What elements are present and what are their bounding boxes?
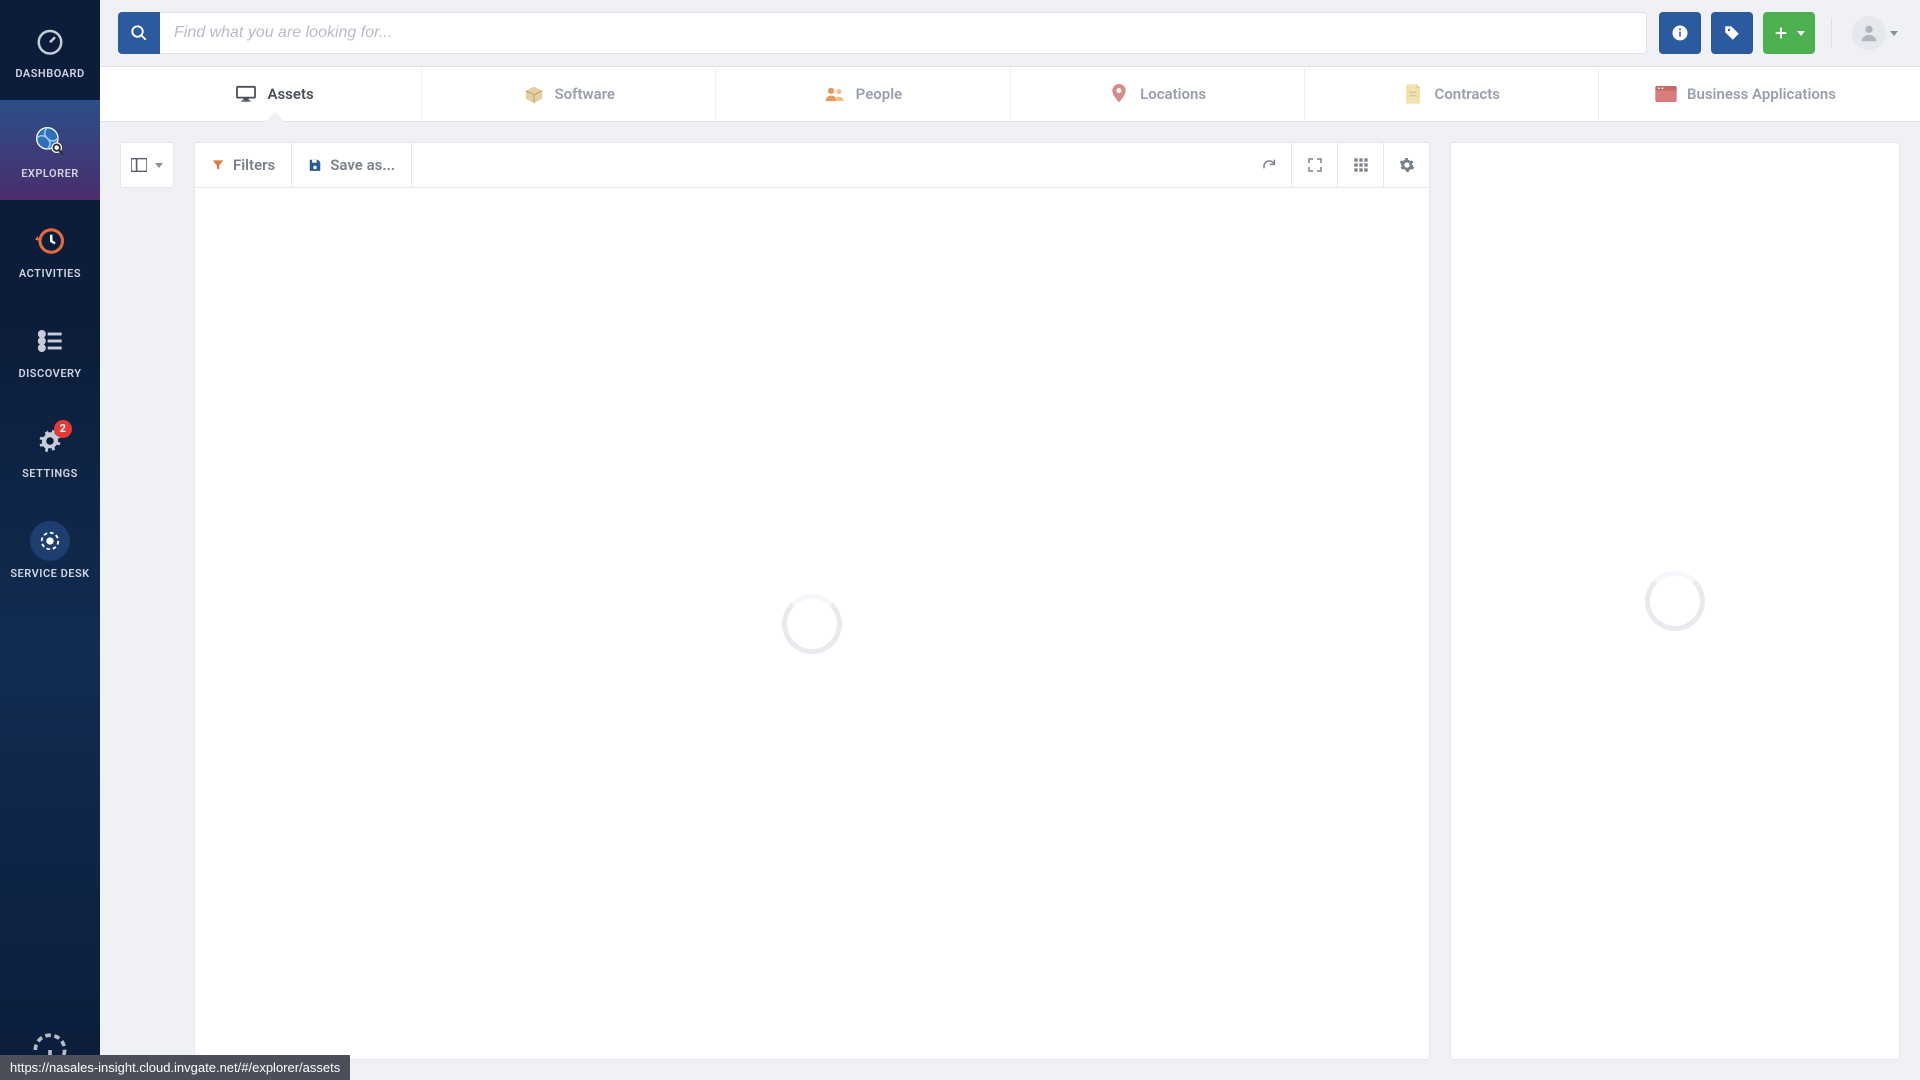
service-desk-icon (30, 521, 70, 561)
avatar-icon (1852, 16, 1886, 50)
tab-label: Locations (1140, 85, 1206, 103)
people-icon (824, 85, 846, 103)
fullscreen-button[interactable] (1292, 142, 1338, 188)
filters-button[interactable]: Filters (194, 142, 292, 188)
category-tabs: Assets Software People Locations Contrac… (100, 66, 1920, 122)
location-pin-icon (1108, 85, 1130, 103)
tab-assets[interactable]: Assets (128, 67, 422, 121)
tab-locations[interactable]: Locations (1011, 67, 1305, 121)
content-row: Filters Save as... (100, 122, 1920, 1080)
save-icon (308, 158, 322, 172)
status-bar-link: https://nasales-insight.cloud.invgate.ne… (0, 1055, 350, 1080)
divider (1831, 18, 1832, 48)
tab-contracts[interactable]: Contracts (1305, 67, 1599, 121)
grid-view-button[interactable] (1338, 142, 1384, 188)
gauge-icon (30, 21, 70, 61)
tab-business-applications[interactable]: Business Applications (1599, 67, 1892, 121)
tag-button[interactable] (1711, 12, 1753, 54)
list-nodes-icon (30, 321, 70, 361)
refresh-icon (1261, 157, 1277, 173)
filters-label: Filters (233, 156, 275, 174)
tab-label: Assets (267, 85, 313, 103)
topbar (100, 0, 1920, 66)
side-panel (1450, 142, 1900, 1060)
sidebar-item-activities[interactable]: ACTIVITIES (0, 200, 100, 300)
info-icon (1671, 24, 1689, 42)
chevron-down-icon (1797, 31, 1805, 36)
left-sidebar: DASHBOARD EXPLORER ACTIVITIES (0, 0, 100, 1080)
main-panel: Filters Save as... (120, 142, 1430, 1060)
loading-spinner-icon (1645, 571, 1705, 631)
settings-badge: 2 (54, 420, 72, 438)
search-button[interactable] (118, 12, 160, 54)
tab-label: Contracts (1435, 85, 1501, 103)
tab-label: People (856, 85, 903, 103)
search-icon (130, 24, 148, 42)
loading-spinner-icon (782, 594, 842, 654)
document-icon (1403, 85, 1425, 103)
panel-toggle-button[interactable] (120, 142, 174, 188)
sidebar-item-label: EXPLORER (21, 167, 79, 180)
sidebar-item-service-desk[interactable]: SERVICE DESK (0, 500, 100, 600)
panels-icon (131, 158, 147, 172)
sidebar-item-label: DASHBOARD (15, 67, 84, 80)
chevron-down-icon (1890, 31, 1898, 36)
clock-history-icon (30, 221, 70, 261)
tab-people[interactable]: People (716, 67, 1010, 121)
app-window-icon (1655, 85, 1677, 103)
expand-icon (1307, 157, 1323, 173)
sidebar-item-label: ACTIVITIES (19, 267, 81, 280)
main-region: Assets Software People Locations Contrac… (100, 0, 1920, 1080)
top-actions (1659, 12, 1902, 54)
search-input[interactable] (160, 12, 1647, 54)
filter-icon (211, 158, 225, 172)
sidebar-item-discovery[interactable]: DISCOVERY (0, 300, 100, 400)
results-area (194, 188, 1430, 1060)
sidebar-item-settings[interactable]: 2 SETTINGS (0, 400, 100, 500)
info-button[interactable] (1659, 12, 1701, 54)
chevron-down-icon (155, 163, 163, 168)
tag-icon (1723, 24, 1741, 42)
gear-icon (1399, 157, 1415, 173)
refresh-button[interactable] (1246, 142, 1292, 188)
tab-software[interactable]: Software (422, 67, 716, 121)
grid-icon (1353, 157, 1369, 173)
results-toolbar: Filters Save as... (194, 142, 1430, 188)
user-menu[interactable] (1848, 16, 1902, 50)
tab-label: Business Applications (1687, 85, 1836, 103)
sidebar-item-explorer[interactable]: EXPLORER (0, 100, 100, 200)
global-search (118, 12, 1647, 54)
monitor-icon (235, 85, 257, 103)
save-as-button[interactable]: Save as... (292, 142, 412, 188)
settings-button[interactable] (1384, 142, 1430, 188)
tab-label: Software (555, 85, 615, 103)
box-icon (523, 85, 545, 103)
sidebar-item-label: SETTINGS (22, 467, 78, 480)
add-button[interactable] (1763, 12, 1815, 54)
save-as-label: Save as... (330, 156, 395, 174)
sidebar-item-dashboard[interactable]: DASHBOARD (0, 0, 100, 100)
sidebar-item-label: SERVICE DESK (10, 567, 89, 580)
plus-icon (1773, 25, 1789, 41)
sidebar-item-label: DISCOVERY (18, 367, 81, 380)
globe-search-icon (30, 121, 70, 161)
